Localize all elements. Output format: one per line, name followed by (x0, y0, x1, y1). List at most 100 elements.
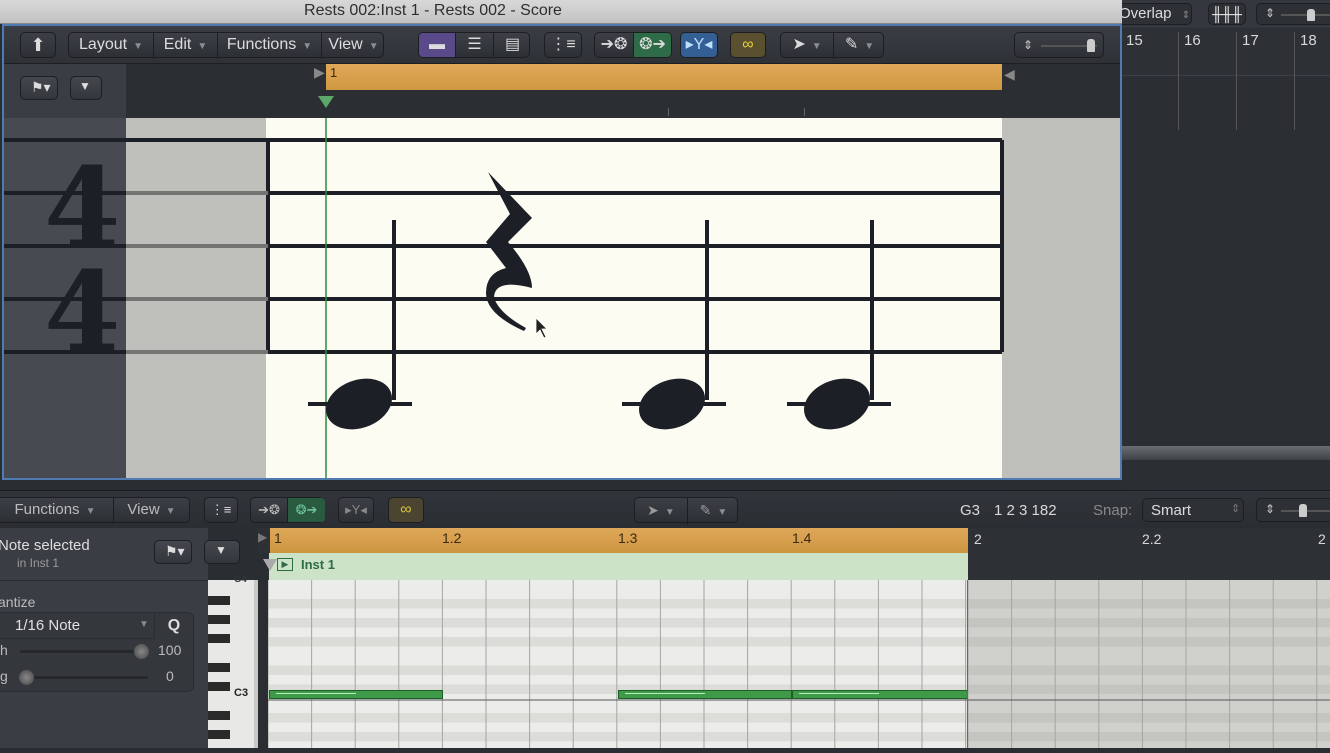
arrange-zoom-slider[interactable]: ⇕ (1256, 3, 1330, 25)
pr-inspector-button[interactable]: ⋮≡ (204, 497, 238, 523)
swing-slider-thumb[interactable] (19, 670, 34, 685)
pr-functions-menu[interactable]: Functions ▼ (0, 498, 113, 524)
grid-row (268, 713, 968, 723)
grid-row (268, 656, 968, 666)
grid-row (968, 675, 1330, 685)
chevron-down-icon: ▼ (302, 41, 313, 52)
catch-button[interactable]: ▸Y◂ (680, 32, 718, 58)
view-menu[interactable]: View ▼ (321, 33, 385, 59)
black-key[interactable] (208, 634, 230, 643)
black-key[interactable] (208, 596, 230, 605)
strength-value: 100 (158, 642, 182, 658)
pr-pointer-tool-menu[interactable]: ➤ ▼ (635, 498, 687, 525)
swing-slider[interactable] (20, 676, 148, 679)
strength-slider-thumb[interactable] (134, 644, 149, 659)
region-start-marker[interactable]: ▶ (258, 530, 267, 544)
quarter-rest[interactable] (486, 172, 532, 331)
snap-label: Snap: (1093, 502, 1133, 519)
arrange-toolbar: Overlap ⇕ ╫╫╫ ⇕ (1114, 0, 1330, 28)
note-event[interactable] (618, 690, 792, 699)
ruler-region-bar[interactable]: 1 1.2 1.3 1.4 (270, 528, 968, 553)
note-event[interactable] (792, 690, 968, 699)
note-event[interactable] (269, 690, 443, 699)
grid-row (268, 599, 968, 609)
arrange-divider[interactable] (1122, 446, 1330, 460)
black-key[interactable] (208, 682, 230, 691)
grid-row (968, 618, 1330, 628)
flag-menu-button[interactable]: ⚑▾ (154, 540, 192, 564)
midi-in-button[interactable]: ➔❂ (595, 33, 633, 57)
piano-roll-grid[interactable] (267, 580, 969, 751)
black-key[interactable] (208, 615, 230, 624)
pr-link-button[interactable]: ∞ (388, 497, 424, 523)
overlap-select[interactable]: Overlap ⇕ (1114, 3, 1192, 25)
region-end-marker[interactable]: ◀ (1004, 66, 1015, 83)
snap-select[interactable]: Smart ⇕ (1142, 498, 1244, 522)
score-canvas[interactable]: 4 4 (4, 118, 1120, 478)
slider-thumb[interactable] (1307, 9, 1315, 21)
grid-row (968, 665, 1330, 675)
slider-thumb[interactable] (1087, 39, 1095, 52)
flag-menu-button[interactable]: ⚑▾ (20, 76, 58, 100)
piano-keyboard[interactable]: C4 C3 (208, 574, 258, 748)
piano-roll-grid-outside[interactable] (967, 580, 1330, 751)
print-view-button[interactable]: ▤ (493, 33, 531, 57)
layout-menu[interactable]: Layout ▼ (69, 33, 153, 59)
catch-content-button[interactable]: ▼ (70, 76, 102, 100)
grid-row (968, 608, 1330, 618)
pointer-tool-menu[interactable]: ➤ ▼ (781, 33, 833, 59)
quarter-note[interactable] (308, 220, 412, 438)
bar-ruler-region[interactable]: 1 (326, 64, 1002, 90)
pr-midi-in-button[interactable]: ➔❂ (251, 498, 287, 522)
playhead-icon[interactable] (263, 559, 277, 571)
quantize-select[interactable]: 1/16 Note ▼ (0, 613, 155, 639)
catch-content-button[interactable]: ▼ (204, 540, 240, 564)
playhead-icon[interactable] (318, 96, 334, 108)
window-title-bar: Rests 002:Inst 1 - Rests 002 - Score (0, 0, 1122, 24)
sliders-icon: ⋮≡ (550, 36, 576, 53)
inspector-toggle-button[interactable]: ⋮≡ (544, 32, 582, 58)
region-play-icon[interactable]: ▶ (277, 558, 293, 571)
ruler-label: 1.2 (442, 530, 462, 546)
region-header[interactable]: ▶ Inst 1 (263, 553, 968, 580)
chevron-down-icon: ▼ (197, 41, 208, 52)
region-start-marker[interactable]: ▶ (314, 64, 325, 81)
quantize-q-button[interactable]: Q (155, 613, 193, 639)
snap-value: Smart (1151, 502, 1192, 519)
dropdown-box-icon: ▼ (215, 543, 227, 557)
score-editor-window: ⬆ Layout ▼ Edit ▼ Functions ▼ View ▼ ▬ ☰ ▤ ⋮… (2, 24, 1122, 480)
page-view-button[interactable]: ☰ (455, 33, 493, 57)
quarter-note[interactable] (787, 220, 891, 438)
pr-catch-button[interactable]: ▸Y◂ (338, 497, 374, 523)
score-zoom-slider[interactable]: ⇕ (1014, 32, 1104, 58)
pencil-tool-menu[interactable]: ✎ ▼ (833, 33, 885, 59)
pr-midi-out-button[interactable]: ❂➔ (287, 498, 325, 522)
note-head (804, 378, 870, 430)
pr-zoom-slider[interactable]: ⇕ (1256, 498, 1330, 522)
pr-view-menu[interactable]: View ▼ (113, 498, 189, 524)
up-level-button[interactable]: ⬆ (20, 32, 56, 58)
black-key[interactable] (208, 711, 230, 720)
strength-slider[interactable] (20, 650, 148, 653)
functions-menu[interactable]: Functions ▼ (217, 33, 321, 59)
edit-menu[interactable]: Edit ▼ (153, 33, 217, 59)
pr-pencil-tool-menu[interactable]: ✎ ▼ (687, 498, 739, 525)
key-label-c3: C3 (234, 687, 249, 699)
black-key[interactable] (208, 730, 230, 739)
chevron-down-icon: ▼ (864, 41, 875, 52)
black-key[interactable] (208, 663, 230, 672)
grid-row (968, 599, 1330, 609)
window-title: Rests 002:Inst 1 - Rests 002 - Score (304, 2, 562, 19)
flag-icon: ⚑▾ (165, 543, 185, 559)
waveform-icon: ╫╫╫ (1212, 6, 1242, 22)
waveform-button[interactable]: ╫╫╫ (1208, 3, 1246, 25)
note-head (639, 378, 705, 430)
midi-out-button[interactable]: ❂➔ (633, 33, 671, 57)
dropdown-box-icon: ▼ (79, 79, 91, 93)
link-button[interactable]: ∞ (730, 32, 766, 58)
linear-view-button[interactable]: ▬ (419, 33, 455, 57)
slider-thumb[interactable] (1299, 504, 1307, 517)
quarter-note[interactable] (622, 220, 726, 438)
catch-icon: ▸Y◂ (345, 502, 367, 517)
grid-row (968, 656, 1330, 666)
